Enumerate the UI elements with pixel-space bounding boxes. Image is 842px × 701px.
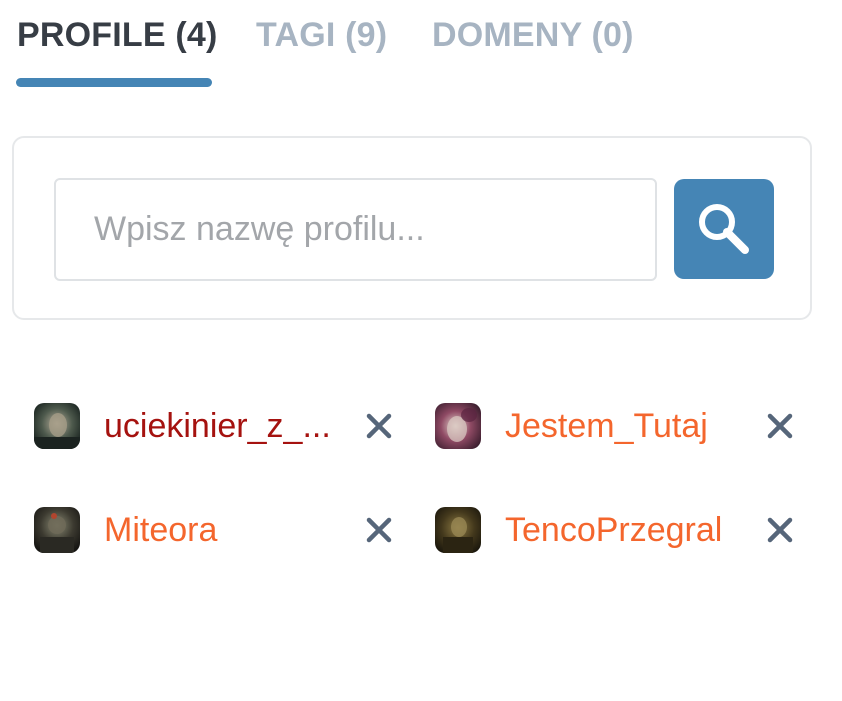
avatar[interactable]: [34, 507, 80, 553]
profile-item: uciekinier_z_...: [34, 403, 394, 451]
profile-item: TencoPrzegral: [435, 507, 795, 555]
search-input[interactable]: [54, 178, 657, 281]
search-icon: [699, 204, 749, 254]
profile-item: Miteora: [34, 507, 394, 555]
tab-tags[interactable]: TAGI (9): [256, 16, 387, 55]
profile-name[interactable]: uciekinier_z_...: [104, 407, 331, 446]
search-button[interactable]: [674, 179, 774, 279]
close-icon[interactable]: [765, 515, 795, 545]
profile-name[interactable]: TencoPrzegral: [505, 511, 722, 550]
tab-profile[interactable]: PROFILE (4): [17, 16, 218, 55]
close-icon[interactable]: [364, 411, 394, 441]
close-icon[interactable]: [765, 411, 795, 441]
profile-name[interactable]: Miteora: [104, 511, 217, 550]
profile-item: Jestem_Tutaj: [435, 403, 795, 451]
active-tab-indicator: [16, 78, 212, 87]
profile-name[interactable]: Jestem_Tutaj: [505, 407, 708, 446]
avatar[interactable]: [34, 403, 80, 449]
avatar[interactable]: [435, 507, 481, 553]
search-card: [12, 136, 812, 320]
avatar[interactable]: [435, 403, 481, 449]
tab-bar: PROFILE (4) TAGI (9) DOMENY (0): [0, 0, 842, 100]
close-icon[interactable]: [364, 515, 394, 545]
tab-domains[interactable]: DOMENY (0): [432, 16, 634, 55]
